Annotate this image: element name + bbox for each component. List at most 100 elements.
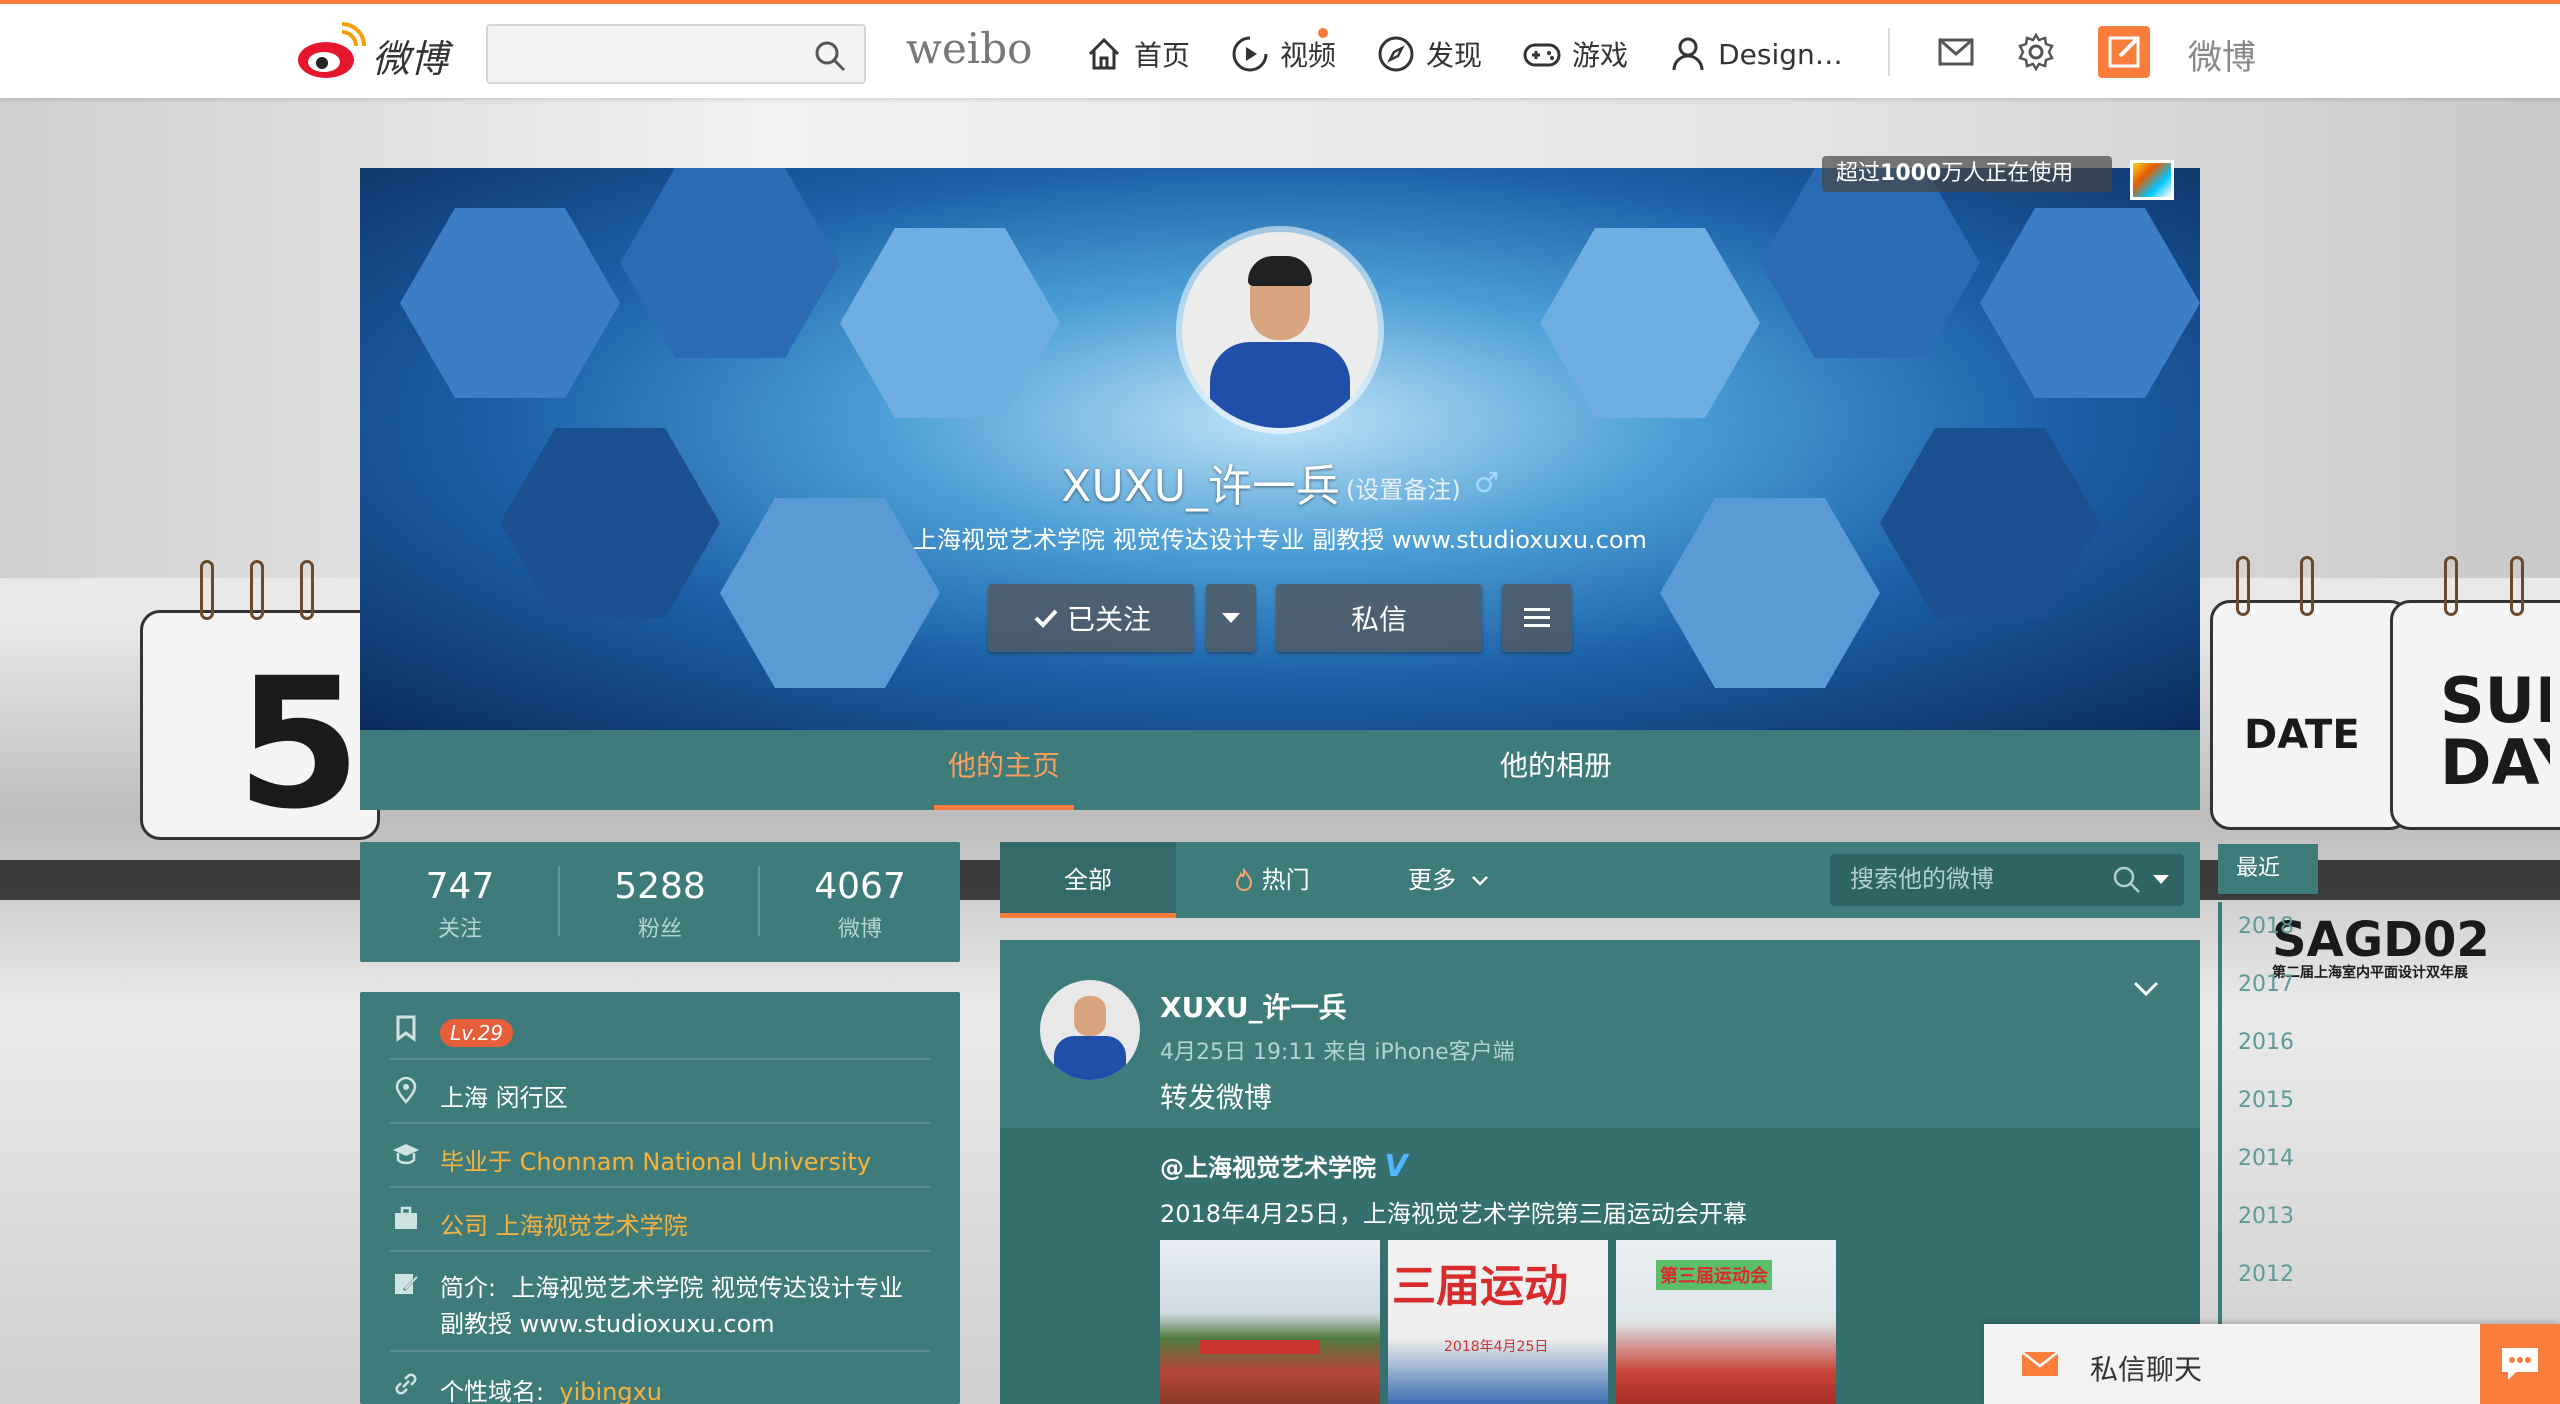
feed-search-input[interactable] bbox=[1830, 854, 2100, 906]
chat-open-button[interactable] bbox=[2480, 1324, 2560, 1404]
logo-text: 微博 bbox=[372, 37, 449, 81]
nav-home[interactable]: 首页 bbox=[1084, 34, 1190, 74]
domain-text: 个性域名: yibingxu bbox=[440, 1372, 662, 1404]
nav-discover[interactable]: 发现 bbox=[1376, 34, 1482, 74]
caret-down-icon[interactable] bbox=[2152, 874, 2170, 886]
compose-button[interactable] bbox=[2098, 26, 2150, 78]
envelope-icon bbox=[2021, 1351, 2059, 1376]
search-icon[interactable] bbox=[814, 40, 846, 72]
post-image-1[interactable] bbox=[1160, 1240, 1380, 1404]
skin-palette-icon[interactable] bbox=[2130, 160, 2174, 200]
feed-tab-all[interactable]: 全部 bbox=[1000, 842, 1176, 918]
stat-posts[interactable]: 4067 微博 bbox=[760, 842, 960, 943]
bio-line-2: 副教授 www.studioxuxu.com bbox=[440, 1310, 775, 1338]
search-icon[interactable] bbox=[2112, 865, 2142, 895]
user-count-tip: 超过1000万人正在使用 bbox=[1822, 156, 2112, 192]
tip-suffix: 万人正在使用 bbox=[1941, 161, 2074, 186]
private-message-button[interactable]: 私信 bbox=[1276, 584, 1482, 652]
global-search-box[interactable] bbox=[486, 24, 866, 84]
gear-icon[interactable] bbox=[2016, 32, 2056, 72]
nav-separator bbox=[1888, 28, 1890, 76]
avatar-body bbox=[1210, 342, 1350, 428]
feed-search-box[interactable] bbox=[1830, 854, 2184, 906]
chevron-down-icon bbox=[1471, 876, 1488, 886]
user-icon bbox=[1672, 37, 1704, 71]
timeline-year-2014[interactable]: 2014 bbox=[2218, 1134, 2318, 1184]
home-icon bbox=[1088, 37, 1120, 70]
global-search-input[interactable] bbox=[488, 26, 798, 82]
stat-followers-value: 5288 bbox=[614, 866, 706, 907]
weibo-logo[interactable]: 微博 bbox=[296, 22, 466, 82]
bio-line-1: 上海视觉艺术学院 视觉传达设计专业 bbox=[511, 1274, 903, 1302]
domain-link[interactable]: yibingxu bbox=[559, 1378, 662, 1404]
chevron-down-icon[interactable] bbox=[2132, 980, 2160, 998]
mail-icon[interactable] bbox=[1936, 32, 1976, 72]
compass-icon bbox=[1378, 36, 1414, 72]
info-bio-row: 简介: 上海视觉艺术学院 视觉传达设计专业 副教授 www.studioxuxu… bbox=[390, 1252, 930, 1352]
stat-followers[interactable]: 5288 粉丝 bbox=[560, 842, 760, 943]
feed-filter-bar: 全部 热门 更多 bbox=[1000, 842, 2200, 918]
stats-panel: 747 关注 5288 粉丝 4067 微博 bbox=[360, 842, 960, 962]
post-text: 转发微博 bbox=[1160, 1081, 1273, 1114]
timeline-year-2012[interactable]: 2012 bbox=[2218, 1250, 2318, 1300]
feed-tab-hot-label: 热门 bbox=[1261, 866, 1310, 894]
nav-user-label: Design… bbox=[1718, 37, 1843, 71]
set-remark-link[interactable]: (设置备注) bbox=[1346, 470, 1461, 505]
compose-icon bbox=[2108, 36, 2140, 68]
info-level-row: Lv.29 bbox=[390, 1006, 930, 1060]
avatar-hair bbox=[1248, 256, 1312, 286]
post-image-3[interactable]: 第三届运动会 bbox=[1616, 1240, 1836, 1404]
cover-hexagon bbox=[840, 228, 1060, 418]
feed-tab-more[interactable]: 更多 bbox=[1408, 842, 1490, 918]
company-link[interactable]: 上海视觉艺术学院 bbox=[496, 1212, 688, 1240]
follow-dropdown-button[interactable] bbox=[1206, 584, 1256, 652]
main-nav: 首页 视频 发现 游戏 Design… bbox=[1084, 28, 1883, 78]
timeline-year-2016[interactable]: 2016 bbox=[2218, 1018, 2318, 1068]
verified-badge-icon: V bbox=[1384, 1149, 1408, 1184]
image-banner-date: 2018年4月25日 bbox=[1444, 1339, 1549, 1355]
private-chat-bar[interactable]: 私信聊天 bbox=[1984, 1324, 2560, 1404]
post-author-name[interactable]: XUXU_许一兵 bbox=[1160, 986, 1347, 1026]
calendar-ring bbox=[2300, 556, 2314, 616]
post-meta[interactable]: 4月25日 19:11 来自 iPhone客户端 bbox=[1160, 1034, 1515, 1066]
private-message-label: 私信 bbox=[1350, 603, 1407, 636]
feed-tab-hot[interactable]: 热门 bbox=[1234, 842, 1310, 918]
nav-user[interactable]: Design… bbox=[1668, 34, 1843, 74]
profile-avatar-frame bbox=[1176, 226, 1384, 434]
timeline-year-2017[interactable]: 2017 bbox=[2218, 960, 2318, 1010]
location-text: 上海 闵行区 bbox=[440, 1084, 568, 1112]
calendar-ring bbox=[2510, 556, 2524, 616]
repost-author[interactable]: @上海视觉艺术学院 V bbox=[1160, 1148, 1408, 1184]
image-banner-text: 三届运动 bbox=[1392, 1261, 1568, 1312]
post-author-avatar[interactable] bbox=[1040, 980, 1140, 1080]
more-menu-button[interactable] bbox=[1502, 584, 1572, 652]
cover-hexagon bbox=[500, 428, 720, 618]
tab-his-album[interactable]: 他的相册 bbox=[1500, 730, 1612, 810]
stat-following[interactable]: 747 关注 bbox=[360, 842, 560, 943]
profile-avatar[interactable] bbox=[1182, 232, 1378, 428]
followed-button[interactable]: 已关注 bbox=[988, 584, 1194, 652]
image-detail bbox=[1200, 1340, 1320, 1354]
background-sunday-text: SUN DAY bbox=[2440, 670, 2550, 794]
level-badge[interactable]: Lv.29 bbox=[440, 1018, 514, 1047]
tab-his-homepage[interactable]: 他的主页 bbox=[933, 730, 1075, 810]
school-link[interactable]: Chonnam National University bbox=[520, 1148, 872, 1176]
timeline-year-2013[interactable]: 2013 bbox=[2218, 1192, 2318, 1242]
nav-video[interactable]: 视频 bbox=[1230, 28, 1336, 74]
chat-bubble-icon bbox=[2502, 1348, 2538, 1380]
cover-hexagon bbox=[1540, 228, 1760, 418]
graduation-cap-icon bbox=[390, 1140, 422, 1172]
background-date-text: DATE bbox=[2244, 712, 2360, 758]
flame-icon bbox=[1235, 866, 1253, 891]
top-navigation-bar: 微博 weibo 首页 视频 发现 游戏 Design… 微博 bbox=[0, 0, 2560, 98]
timeline-year-2015[interactable]: 2015 bbox=[2218, 1076, 2318, 1126]
nav-discover-label: 发现 bbox=[1426, 39, 1483, 72]
nav-games[interactable]: 游戏 bbox=[1522, 34, 1628, 74]
calendar-ring bbox=[250, 560, 264, 620]
briefcase-icon bbox=[390, 1204, 422, 1236]
post-image-2[interactable]: 三届运动 2018年4月25日 bbox=[1388, 1240, 1608, 1404]
timeline-recent[interactable]: 最近 bbox=[2218, 844, 2318, 894]
calendar-ring bbox=[2236, 556, 2250, 616]
timeline-year-2018[interactable]: 2018 bbox=[2218, 902, 2318, 952]
check-icon bbox=[1034, 609, 1058, 628]
